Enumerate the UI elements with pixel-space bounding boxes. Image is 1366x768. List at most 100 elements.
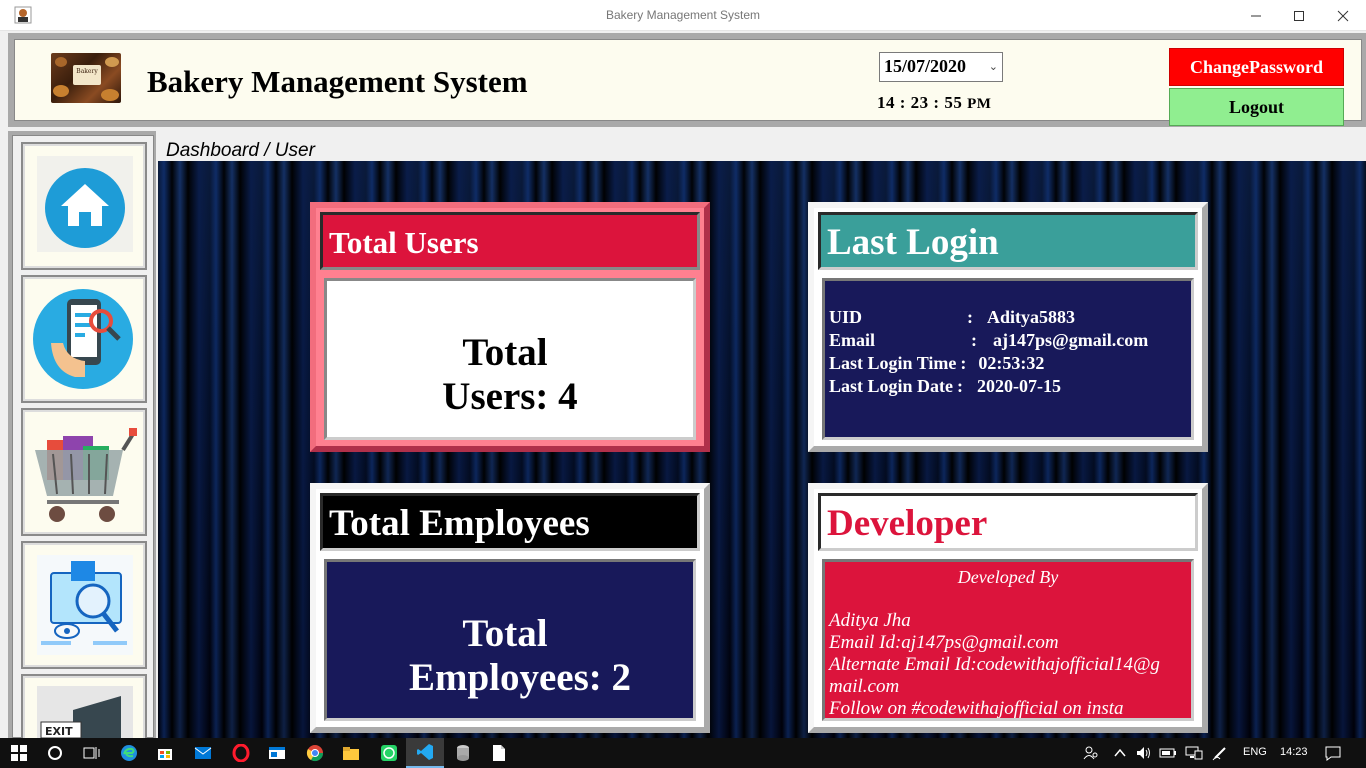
date-value: 15/07/2020 — [884, 56, 967, 76]
minimize-button[interactable] — [1233, 0, 1279, 31]
battery-button[interactable] — [1156, 738, 1180, 768]
close-button[interactable] — [1320, 0, 1366, 31]
search-circle-icon — [48, 746, 62, 760]
chevron-up-icon — [1114, 748, 1126, 757]
chevron-down-icon: ⌄ — [988, 60, 998, 73]
store-icon — [158, 749, 172, 760]
pen-button[interactable] — [1208, 738, 1232, 768]
volume-button[interactable] — [1132, 738, 1156, 768]
taskbar-store[interactable] — [146, 738, 184, 768]
start-button[interactable] — [0, 738, 38, 768]
total-employees-title: Total Employees — [329, 503, 590, 544]
sidebar-item-inspect[interactable] — [21, 541, 147, 669]
news-icon — [269, 747, 285, 759]
taskbar-whatsapp[interactable] — [370, 738, 408, 768]
total-employees-body: Total Employees: 2 — [324, 559, 696, 721]
last-login-card: Last Login UID: Aditya5883 Email: aj147ps@… — [808, 202, 1208, 452]
window-title: Bakery Management System — [605, 8, 761, 22]
network-button[interactable] — [1182, 738, 1206, 768]
search-button[interactable] — [36, 738, 74, 768]
whatsapp-icon — [381, 745, 397, 761]
taskbar-news[interactable] — [258, 738, 296, 768]
taskbar-edge[interactable] — [110, 738, 148, 768]
taskbar-explorer[interactable] — [332, 738, 370, 768]
taskbar-clock[interactable]: 14:23 — [1280, 746, 1308, 758]
tray-expand-button[interactable] — [1108, 738, 1132, 768]
total-users-body: Total Users: 4 — [324, 278, 696, 440]
app-title: Bakery Management System — [147, 64, 528, 99]
maximize-icon — [1294, 10, 1304, 21]
header-panel: Bakery Bakery Management System 15/07/20… — [8, 33, 1366, 127]
taskbar-notepad[interactable] — [480, 738, 518, 768]
date-picker[interactable]: 15/07/2020 ⌄ — [879, 52, 1003, 82]
taskbar-vscode[interactable] — [406, 738, 444, 768]
header-inner: Bakery Bakery Management System 15/07/20… — [14, 39, 1362, 126]
total-users-title: Total Users — [329, 225, 479, 260]
login-value: aj147ps@gmail.com — [993, 330, 1149, 350]
total-employees-line1: Total — [462, 612, 548, 655]
developer-body: Developed By Aditya Jha Email Id:aj147ps… — [822, 559, 1194, 721]
total-users-header: Total Users — [320, 212, 700, 270]
sidebar-item-home[interactable] — [21, 142, 147, 270]
minimize-icon — [1251, 15, 1261, 16]
sidebar-inner: EXIT — [12, 135, 154, 768]
developer-title: Developer — [827, 503, 988, 544]
last-login-header: Last Login — [818, 212, 1198, 270]
battery-icon — [1159, 748, 1176, 758]
login-row-uid: UID: Aditya5883 — [829, 307, 1075, 328]
total-users-line1: Total — [462, 331, 548, 374]
login-sep: : — [957, 376, 964, 396]
shopping-cart-icon — [35, 428, 137, 522]
login-key: Last Login Time — [829, 353, 957, 373]
taskbar-chrome[interactable] — [296, 738, 334, 768]
logout-button[interactable]: Logout — [1169, 88, 1344, 126]
language-indicator[interactable]: ENG — [1243, 746, 1267, 758]
product-inspect-icon — [37, 555, 133, 655]
task-view-button[interactable] — [72, 738, 110, 768]
developer-alt-email-2: mail.com — [829, 676, 900, 697]
clock-time: 14 : 23 : 55 — [877, 93, 963, 112]
login-sep: : — [967, 307, 973, 327]
people-button[interactable] — [1076, 738, 1106, 768]
mobile-search-icon — [33, 289, 133, 389]
login-key: Last Login Date — [829, 376, 954, 396]
database-icon — [457, 745, 469, 761]
breadcrumb-bar: Dashboard / User — [158, 139, 1366, 161]
taskbar: ENG 14:23 — [0, 738, 1366, 768]
breadcrumb: Dashboard / User — [166, 140, 315, 161]
login-value: 02:53:32 — [978, 353, 1045, 373]
login-value: Aditya5883 — [987, 307, 1076, 327]
speaker-icon — [1137, 747, 1150, 759]
developed-by: Developed By — [957, 567, 1059, 587]
people-icon — [1083, 746, 1098, 760]
taskbar-mail[interactable] — [184, 738, 222, 768]
total-employees-line2: Employees: 2 — [408, 656, 632, 699]
developer-alt-email-1: Alternate Email Id:codewithajofficial14@… — [829, 654, 1160, 675]
login-key: UID — [829, 307, 863, 327]
maximize-button[interactable] — [1276, 0, 1322, 31]
taskbar-database[interactable] — [444, 738, 482, 768]
total-users-line2: Users: 4 — [442, 375, 578, 418]
taskbar-opera[interactable] — [222, 738, 260, 768]
sidebar-item-cart[interactable] — [21, 408, 147, 536]
window-titlebar: Bakery Management System — [0, 0, 1366, 31]
opera-icon — [232, 744, 250, 762]
sidebar-item-mobile-search[interactable] — [21, 275, 147, 403]
developer-email: Email Id:aj147ps@gmail.com — [829, 632, 1059, 653]
edge-icon — [121, 745, 137, 761]
developer-follow: Follow on #codewithajofficial on insta — [829, 698, 1124, 719]
login-row-date: Last Login Date:2020-07-15 — [829, 376, 1061, 397]
pen-icon — [1212, 747, 1226, 761]
change-password-button[interactable]: ChangePassword — [1169, 48, 1344, 86]
notifications-button[interactable] — [1318, 738, 1348, 768]
home-icon — [37, 156, 133, 252]
login-value: 2020-07-15 — [977, 376, 1062, 396]
last-login-body: UID: Aditya5883 Email: aj147ps@gmail.com L… — [822, 278, 1194, 440]
exit-label: EXIT — [45, 725, 73, 738]
chrome-icon — [306, 745, 324, 762]
login-key: Email — [829, 330, 876, 350]
developer-header: Developer — [818, 493, 1198, 551]
windows-icon — [11, 745, 27, 761]
login-sep: : — [960, 353, 967, 373]
login-sep: : — [971, 330, 977, 350]
